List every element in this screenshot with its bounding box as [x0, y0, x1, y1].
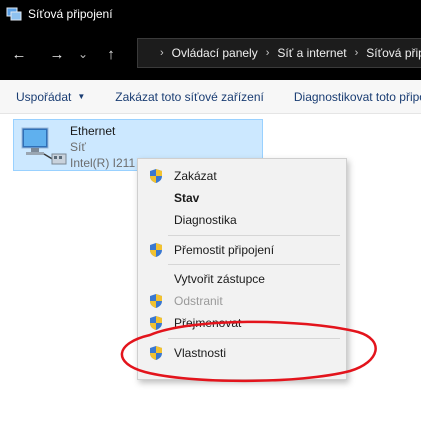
network-adapter-icon	[21, 127, 67, 165]
uac-shield-icon	[150, 243, 162, 257]
title-bar: Síťová připojení	[0, 0, 421, 28]
command-bar: Uspořádat ▼ Zakázat toto síťové zařízení…	[0, 80, 421, 114]
chevron-down-icon: ⌄	[77, 47, 89, 61]
menu-label-disable: Zakázat	[174, 169, 217, 183]
menu-label-diagnose: Diagnostika	[174, 213, 237, 227]
menu-label-bridge: Přemostit připojení	[174, 243, 275, 257]
menu-item-delete: Odstranit	[138, 290, 346, 312]
dropdown-arrow-icon: ▼	[77, 92, 86, 101]
menu-separator	[168, 235, 340, 236]
uac-shield-icon	[150, 316, 162, 330]
arrow-right-icon: →	[49, 45, 65, 63]
menu-item-status[interactable]: Stav	[138, 187, 346, 209]
uac-shield-icon	[150, 294, 162, 308]
menu-separator	[168, 264, 340, 265]
organize-button[interactable]: Uspořádat ▼	[0, 90, 99, 104]
menu-item-create-shortcut[interactable]: Vytvořit zástupce	[138, 268, 346, 290]
recent-locations-button[interactable]: ⌄	[72, 39, 94, 69]
menu-label-properties: Vlastnosti	[174, 346, 227, 360]
menu-separator	[168, 338, 340, 339]
address-bar[interactable]: › Ovládací panely › Síť a internet › Síť…	[137, 38, 421, 68]
diagnose-label: Diagnostikovat toto připo	[293, 89, 421, 104]
organize-label: Uspořádat	[16, 89, 72, 104]
menu-label-delete: Odstranit	[174, 294, 223, 308]
up-button[interactable]: ↑	[96, 39, 126, 69]
window-title: Síťová připojení	[28, 7, 113, 21]
forward-button[interactable]: →	[42, 39, 72, 69]
breadcrumb-control-panel[interactable]: Ovládací panely	[172, 46, 258, 60]
menu-label-create-shortcut: Vytvořit zástupce	[174, 272, 265, 286]
disable-device-label: Zakázat toto síťové zařízení	[115, 89, 264, 104]
connection-type: Síť	[70, 140, 86, 154]
menu-item-properties[interactable]: Vlastnosti	[138, 342, 346, 364]
uac-shield-icon	[150, 346, 162, 360]
menu-label-rename: Přejmenovat	[174, 316, 242, 330]
navigation-bar: ← → ⌄ ↑ › Ovládací panely › Síť a intern…	[0, 28, 421, 80]
menu-item-disable[interactable]: Zakázat	[138, 165, 346, 187]
arrow-left-icon: ←	[11, 45, 27, 63]
menu-item-diagnose[interactable]: Diagnostika	[138, 209, 346, 231]
back-button[interactable]: ←	[4, 39, 34, 69]
menu-item-rename[interactable]: Přejmenovat	[138, 312, 346, 334]
diagnose-connection-button[interactable]: Diagnostikovat toto připo	[278, 90, 421, 104]
breadcrumb-separator: ›	[160, 47, 164, 59]
connection-name: Ethernet	[70, 124, 116, 138]
breadcrumb-separator: ›	[354, 47, 359, 59]
menu-label-status: Stav	[174, 191, 200, 205]
breadcrumb-network-internet[interactable]: Síť a internet	[277, 46, 346, 60]
network-connections-icon	[6, 7, 22, 21]
arrow-up-icon: ↑	[107, 45, 115, 63]
breadcrumb-network-connections[interactable]: Síťová připo	[366, 46, 421, 60]
menu-item-bridge[interactable]: Přemostit připojení	[138, 239, 346, 261]
uac-shield-icon	[150, 169, 162, 183]
breadcrumb-separator: ›	[265, 47, 270, 59]
context-menu: Zakázat Stav Diagnostika Přemostit připo…	[137, 158, 347, 380]
disable-device-button[interactable]: Zakázat toto síťové zařízení	[99, 90, 278, 104]
